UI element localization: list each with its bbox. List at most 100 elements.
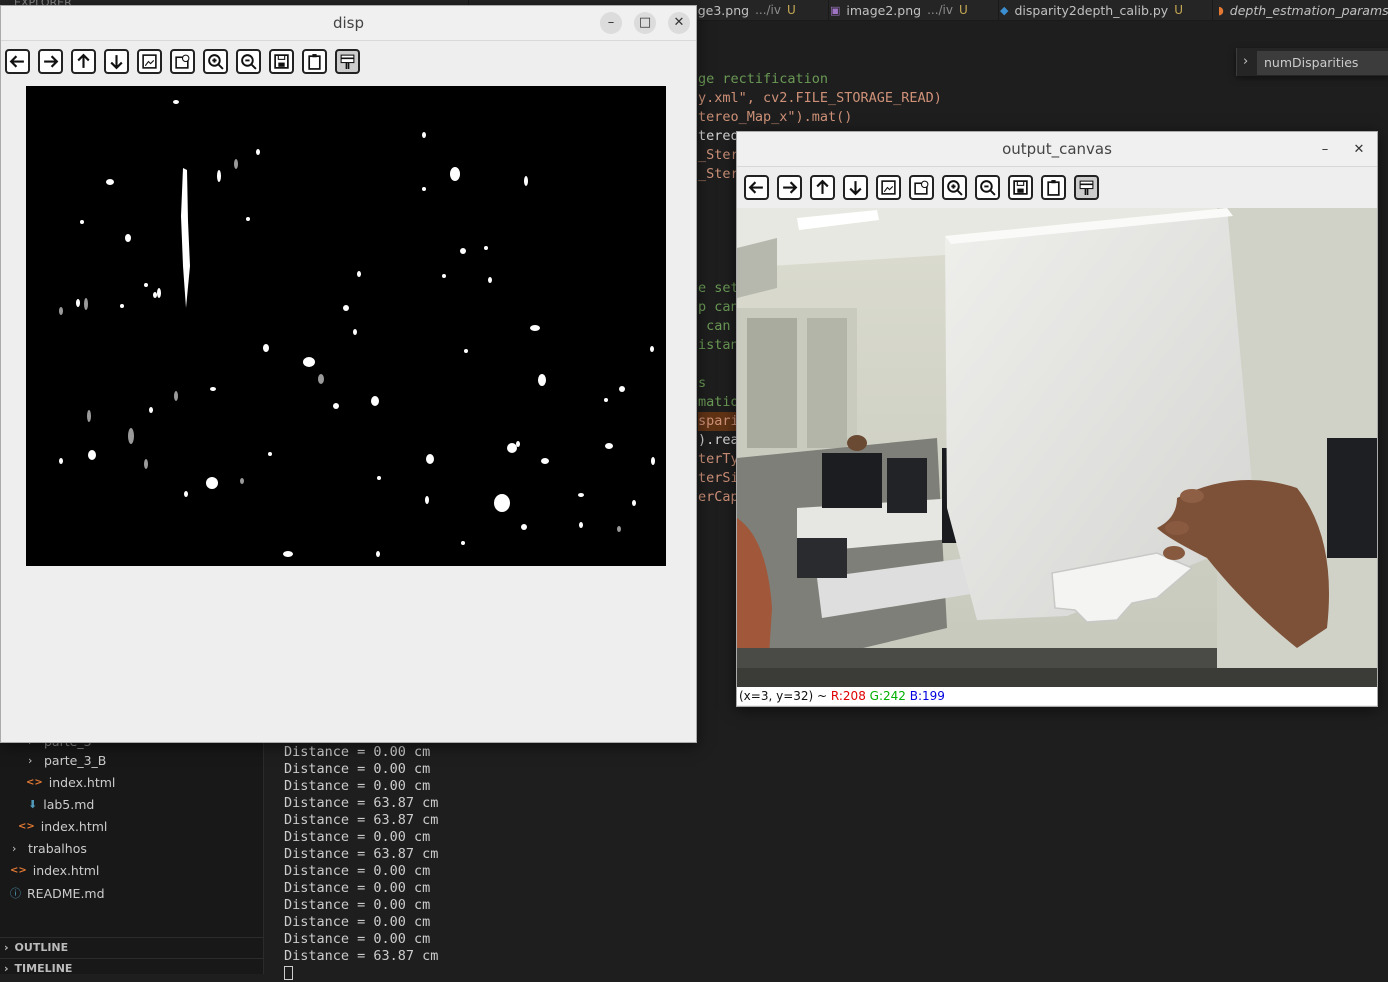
tree-item-index-html[interactable]: <> index.html	[10, 863, 99, 878]
find-input[interactable]: numDisparities	[1257, 51, 1388, 75]
cursor-coordinates: (x=3, y=32) ~	[739, 689, 828, 703]
terminal-line: Distance = 0.00 cm	[284, 880, 431, 896]
zoom-out-icon	[980, 180, 996, 196]
zoom-original-icon	[175, 54, 190, 69]
pan-left-button[interactable]	[744, 175, 769, 200]
terminal-line: Distance = 0.00 cm	[284, 897, 431, 913]
html-file-icon: <>	[26, 777, 43, 788]
window-title: output_canvas	[1002, 140, 1112, 158]
tree-item-lab5-md[interactable]: ⬇ lab5.md	[28, 797, 94, 812]
save-icon	[1013, 180, 1028, 195]
maximize-button[interactable]: □	[634, 12, 656, 34]
pan-right-button[interactable]	[777, 175, 802, 200]
tree-item-index-html[interactable]: <> index.html	[26, 775, 115, 790]
zoom-fit-button[interactable]	[137, 49, 162, 74]
pan-left-button[interactable]	[5, 49, 30, 74]
close-button[interactable]: ✕	[1349, 140, 1369, 160]
save-icon	[274, 54, 289, 69]
tree-item-index-html[interactable]: <> index.html	[18, 819, 107, 834]
terminal-output[interactable]: Distance = 0.00 cm Distance = 0.00 cm Di…	[284, 744, 438, 982]
camera-frame[interactable]	[737, 208, 1377, 687]
outline-panel-header[interactable]: › OUTLINE	[0, 937, 263, 957]
pan-down-button[interactable]	[843, 175, 868, 200]
zoom-fit-button[interactable]	[876, 175, 901, 200]
zoom-out-button[interactable]	[975, 175, 1000, 200]
zoom-original-button[interactable]	[170, 49, 195, 74]
pan-up-button[interactable]	[810, 175, 835, 200]
editor-tab-image2[interactable]: ▣ image2.png .../iv U	[822, 0, 999, 20]
red-channel-value: R:208	[830, 689, 866, 703]
tree-item-label: lab5.md	[43, 797, 95, 812]
html-file-icon: <>	[18, 821, 35, 832]
terminal-line: Distance = 0.00 cm	[284, 829, 431, 845]
copy-clipboard-icon	[1047, 180, 1060, 196]
tree-item-parte-3-b[interactable]: › parte_3_B	[28, 753, 106, 768]
html-file-icon: <>	[10, 865, 27, 876]
code-line: p can	[698, 299, 739, 315]
output-toolbar	[744, 175, 1099, 200]
minimize-icon: –	[607, 15, 615, 30]
tree-item-readme[interactable]: ⓘ README.md	[10, 885, 105, 901]
minimize-button[interactable]: –	[600, 12, 622, 34]
terminal-cursor	[284, 966, 293, 980]
maximize-icon: □	[638, 15, 652, 30]
markdown-file-icon: ⬇	[28, 798, 38, 811]
zoom-original-icon	[914, 180, 929, 195]
pixel-status-bar: (x=3, y=32) ~ R:208 G:242 B:199	[737, 687, 1377, 705]
code-line: terTy	[698, 451, 739, 467]
zoom-original-button[interactable]	[909, 175, 934, 200]
tab-label: disparity2depth_calib.py	[1014, 2, 1169, 18]
editor-tab-depth-params[interactable]: ◗ depth_estmation_params	[1210, 0, 1388, 20]
properties-button[interactable]	[335, 49, 360, 74]
close-button[interactable]: ✕	[668, 12, 690, 34]
zoom-fit-icon	[142, 54, 157, 69]
chevron-right-icon[interactable]: ›	[1243, 54, 1248, 69]
close-icon: ✕	[673, 15, 685, 30]
save-button[interactable]	[1008, 175, 1033, 200]
disparity-map-canvas[interactable]	[26, 86, 666, 566]
arrow-down-icon	[110, 55, 123, 70]
zoom-in-button[interactable]	[942, 175, 967, 200]
copy-clipboard-button[interactable]	[302, 49, 327, 74]
pan-up-button[interactable]	[71, 49, 96, 74]
terminal-line: Distance = 0.00 cm	[284, 863, 431, 879]
terminal-line: Distance = 0.00 cm	[284, 931, 431, 947]
pan-down-button[interactable]	[104, 49, 129, 74]
minimize-button[interactable]: –	[1315, 140, 1335, 160]
tab-label: image2.png	[846, 2, 922, 18]
zoom-out-icon	[241, 54, 257, 70]
python-file-icon: ◆	[1000, 3, 1009, 17]
pan-right-button[interactable]	[38, 49, 63, 74]
code-line: can	[698, 318, 731, 334]
copy-clipboard-button[interactable]	[1041, 175, 1066, 200]
tab-modified-badge: U	[786, 3, 796, 17]
green-channel-value: G:242	[869, 689, 906, 703]
properties-button[interactable]	[1074, 175, 1099, 200]
window-title: disp	[332, 14, 365, 32]
copy-clipboard-icon	[308, 54, 321, 70]
disp-window: disp – □ ✕	[0, 5, 697, 743]
code-line: ge rectification	[698, 71, 829, 87]
timeline-panel-header[interactable]: › TIMELINE	[0, 958, 263, 978]
zoom-fit-icon	[881, 180, 896, 195]
tab-path: .../iv	[927, 3, 953, 17]
tree-item-trabalhos[interactable]: › trabalhos	[12, 841, 87, 856]
editor-tab-disparity2depth[interactable]: ◆ disparity2depth_calib.py U	[992, 0, 1213, 20]
tree-item-label: index.html	[32, 863, 100, 878]
save-button[interactable]	[269, 49, 294, 74]
tab-modified-badge: U	[1174, 3, 1183, 17]
properties-icon	[340, 54, 355, 69]
zoom-in-button[interactable]	[203, 49, 228, 74]
disparity-map-image	[26, 86, 666, 566]
arrow-down-icon	[849, 181, 862, 196]
zoom-in-icon	[947, 180, 963, 196]
disp-window-titlebar[interactable]: disp	[1, 6, 696, 41]
info-icon: ⓘ	[10, 887, 21, 900]
code-line: terSi	[698, 470, 739, 486]
output-window-titlebar[interactable]: output_canvas	[737, 132, 1377, 167]
camera-frame-image	[737, 208, 1377, 687]
tab-label: depth_estmation_params	[1229, 2, 1388, 18]
zoom-out-button[interactable]	[236, 49, 261, 74]
tree-item-label: index.html	[40, 819, 108, 834]
arrow-right-icon	[44, 55, 59, 68]
